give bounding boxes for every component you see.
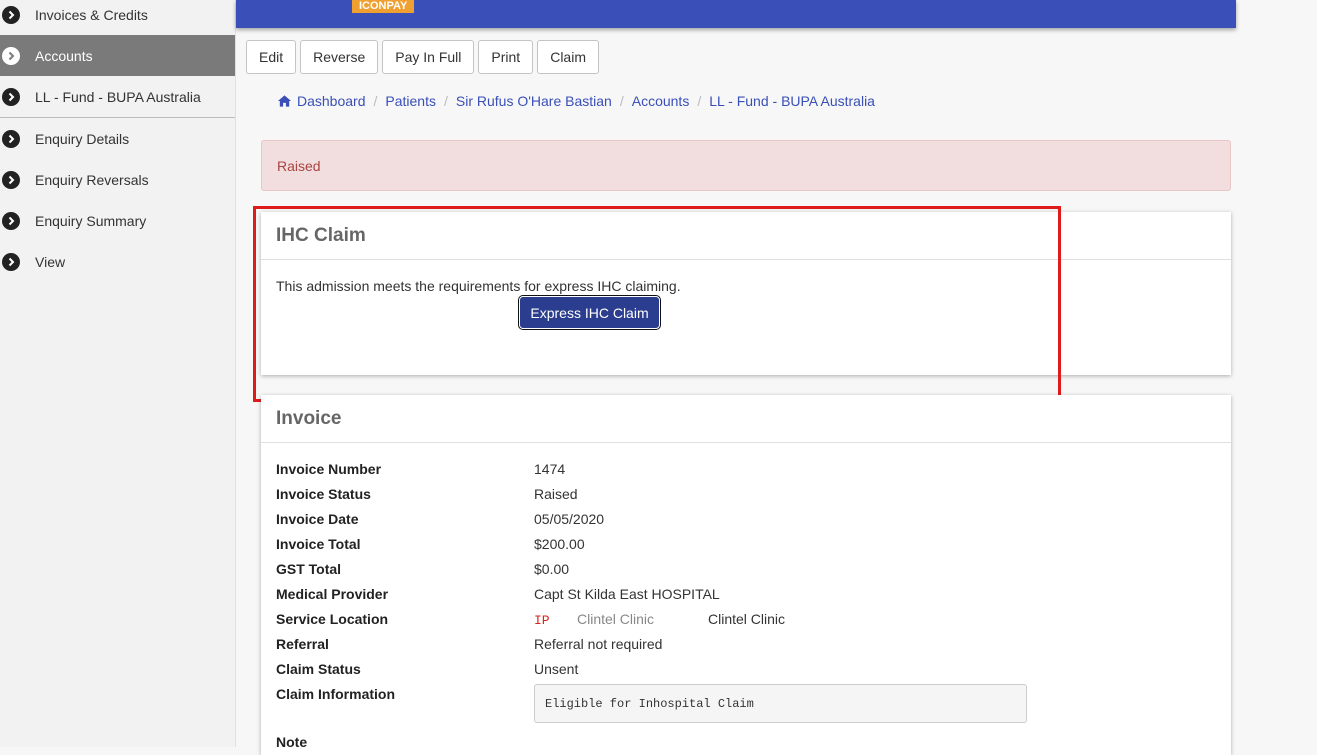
breadcrumb-patients[interactable]: Patients xyxy=(385,93,436,109)
brand-logo: ICONPAY xyxy=(352,0,415,13)
ihc-message: This admission meets the requirements fo… xyxy=(276,278,681,294)
field-value: Capt St Kilda East HOSPITAL xyxy=(534,586,720,602)
sidebar-item-invoices-credits[interactable]: Invoices & Credits xyxy=(0,0,235,35)
field-value: $200.00 xyxy=(534,536,585,552)
sidebar-item-ll-fund-bupa[interactable]: LL - Fund - BUPA Australia xyxy=(0,76,235,117)
edit-button[interactable]: Edit xyxy=(246,40,297,74)
status-alert: Raised xyxy=(261,140,1231,191)
print-button[interactable]: Print xyxy=(478,40,534,74)
breadcrumb-separator: / xyxy=(443,93,448,109)
sidebar-item-label: Accounts xyxy=(35,47,93,64)
field-value: Referral not required xyxy=(534,636,663,652)
location-name-secondary: Clintel Clinic xyxy=(708,611,786,627)
field-label: Invoice Date xyxy=(276,511,359,527)
chevron-right-icon xyxy=(2,87,20,106)
sidebar-item-label: Enquiry Reversals xyxy=(35,171,149,188)
sidebar-item-accounts[interactable]: Accounts xyxy=(0,35,235,76)
chevron-right-icon xyxy=(2,211,20,230)
chevron-right-icon xyxy=(2,5,20,24)
breadcrumb-separator: / xyxy=(373,93,378,109)
field-label: Invoice Number xyxy=(276,461,382,477)
sidebar-item-label: Enquiry Summary xyxy=(35,212,147,229)
sidebar-item-label: Enquiry Details xyxy=(35,130,130,147)
invoice-panel: Invoice Invoice Number 1474 Invoice Stat… xyxy=(261,395,1231,755)
sidebar-item-enquiry-summary[interactable]: Enquiry Summary xyxy=(0,200,235,241)
home-icon xyxy=(277,95,292,107)
top-banner: ICONPAY xyxy=(236,0,1236,28)
chevron-right-icon xyxy=(2,46,20,65)
action-toolbar: Edit Reverse Pay In Full Print Claim xyxy=(246,40,599,74)
field-value: 1474 xyxy=(534,461,566,477)
field-label: Claim Status xyxy=(276,661,361,677)
field-label: Service Location xyxy=(276,611,389,627)
sidebar-item-view[interactable]: View xyxy=(0,241,235,282)
breadcrumb-separator: / xyxy=(697,93,702,109)
breadcrumb-separator: / xyxy=(619,93,624,109)
sidebar-item-label: LL - Fund - BUPA Australia xyxy=(35,88,201,105)
pay-in-full-button[interactable]: Pay In Full xyxy=(382,40,475,74)
breadcrumb-accounts[interactable]: Accounts xyxy=(632,93,690,109)
field-label: Invoice Status xyxy=(276,486,371,502)
chevron-right-icon xyxy=(2,129,20,148)
sidebar-item-label: Invoices & Credits xyxy=(35,6,148,23)
field-value: 05/05/2020 xyxy=(534,511,605,527)
panel-title: IHC Claim xyxy=(261,212,1231,260)
field-value: Raised xyxy=(534,486,578,502)
field-label: Note xyxy=(276,734,308,750)
field-value: $0.00 xyxy=(534,561,570,577)
field-label: Referral xyxy=(276,636,329,652)
breadcrumb: Dashboard / Patients / Sir Rufus O'Hare … xyxy=(277,93,875,109)
location-code: IP xyxy=(534,613,550,628)
express-ihc-claim-button[interactable]: Express IHC Claim xyxy=(519,296,660,329)
claim-information-box: Eligible for Inhospital Claim xyxy=(534,684,1027,723)
field-label: Invoice Total xyxy=(276,536,361,552)
breadcrumb-current[interactable]: LL - Fund - BUPA Australia xyxy=(709,93,875,109)
sidebar-item-enquiry-details[interactable]: Enquiry Details xyxy=(0,118,235,159)
sidebar: Invoices & Credits Accounts LL - Fund - … xyxy=(0,0,236,747)
service-location-value: IP Clintel Clinic Clintel Clinic xyxy=(534,611,785,628)
field-label: GST Total xyxy=(276,561,342,577)
field-label: Medical Provider xyxy=(276,586,389,602)
sidebar-item-label: View xyxy=(35,253,66,270)
sidebar-item-enquiry-reversals[interactable]: Enquiry Reversals xyxy=(0,159,235,200)
chevron-right-icon xyxy=(2,170,20,189)
ihc-claim-panel: IHC Claim This admission meets the requi… xyxy=(261,212,1231,375)
claim-button[interactable]: Claim xyxy=(537,40,599,74)
location-name: Clintel Clinic xyxy=(577,611,655,627)
breadcrumb-dashboard[interactable]: Dashboard xyxy=(297,93,366,109)
chevron-right-icon xyxy=(2,252,20,271)
breadcrumb-patient-name[interactable]: Sir Rufus O'Hare Bastian xyxy=(456,93,612,109)
reverse-button[interactable]: Reverse xyxy=(300,40,379,74)
panel-title: Invoice xyxy=(261,395,1231,443)
field-label: Claim Information xyxy=(276,686,396,702)
alert-text: Raised xyxy=(277,157,321,174)
field-value: Unsent xyxy=(534,661,579,677)
